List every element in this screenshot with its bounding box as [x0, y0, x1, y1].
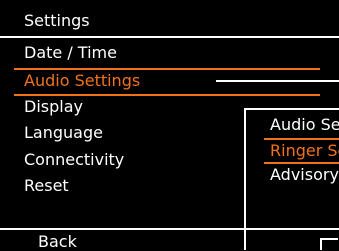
submenu-item-audio-settings[interactable]: Audio Se [270, 116, 339, 134]
menu-item-connectivity[interactable]: Connectivity [24, 151, 124, 169]
selection-bottom-line [14, 94, 320, 96]
menu-item-reset[interactable]: Reset [24, 177, 69, 195]
title-bar: Settings [0, 0, 339, 36]
menu-item-display[interactable]: Display [24, 98, 83, 116]
softkey-divider [0, 228, 339, 230]
page-title: Settings [24, 11, 90, 30]
selection-top-line [14, 68, 320, 70]
menu-item-date-time[interactable]: Date / Time [24, 44, 117, 62]
submenu-selection-top-line [264, 138, 339, 140]
callout-pointer-line [216, 80, 339, 82]
submenu-item-advisory[interactable]: Advisory [270, 166, 339, 184]
softkey-corner-box [320, 238, 338, 250]
submenu-selection-bottom-line [264, 162, 339, 164]
title-divider [0, 36, 339, 38]
submenu-item-ringer-settings[interactable]: Ringer Se [270, 142, 339, 160]
back-softkey[interactable]: Back [38, 233, 77, 251]
menu-item-audio-settings[interactable]: Audio Settings [24, 72, 140, 90]
menu-item-language[interactable]: Language [24, 124, 103, 142]
